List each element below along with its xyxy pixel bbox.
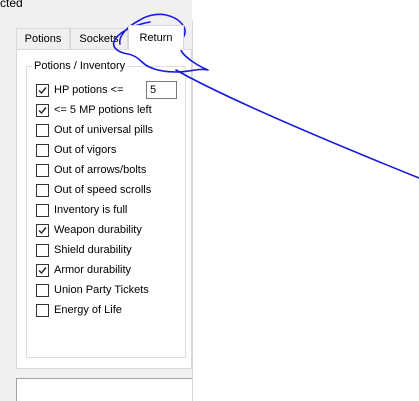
checkmark-icon	[38, 266, 47, 274]
option-label: Out of speed scrolls	[54, 184, 152, 196]
option-label: Inventory is full	[54, 204, 128, 216]
option-label: Energy of Life	[54, 304, 122, 316]
option-checkbox[interactable]	[36, 123, 49, 137]
option-checkbox[interactable]	[36, 303, 49, 317]
hp-threshold-input[interactable]	[146, 81, 177, 99]
option-row[interactable]: Out of speed scrolls	[36, 183, 151, 197]
option-row[interactable]: Out of vigors	[36, 143, 116, 157]
option-checkbox[interactable]	[36, 103, 49, 117]
option-row[interactable]: Shield durability	[36, 243, 132, 257]
option-checkbox[interactable]	[36, 183, 49, 197]
option-checkbox[interactable]	[36, 83, 49, 97]
option-checkbox[interactable]	[36, 283, 49, 297]
option-row[interactable]: <= 5 MP potions left	[36, 103, 152, 117]
window-caption: cted	[0, 0, 23, 10]
option-row[interactable]: Out of arrows/bolts	[36, 163, 146, 177]
tab-sockets[interactable]: Sockets	[70, 28, 128, 49]
checkmark-icon	[38, 86, 47, 94]
option-checkbox[interactable]	[36, 263, 49, 277]
checkmark-icon	[38, 106, 47, 114]
option-label: HP potions <=	[54, 84, 124, 96]
screenshot-canvas: cted Potions Sockets Return Potions / In…	[0, 0, 419, 401]
option-row[interactable]: Energy of Life	[36, 303, 122, 317]
option-checkbox[interactable]	[36, 143, 49, 157]
option-checkbox[interactable]	[36, 203, 49, 217]
window-edge	[192, 20, 193, 401]
group-title: Potions / Inventory	[32, 60, 128, 73]
option-row[interactable]: Out of universal pills	[36, 123, 153, 137]
option-label: Out of universal pills	[54, 124, 154, 136]
tab-return[interactable]: Return	[128, 25, 184, 50]
option-checkbox[interactable]	[36, 163, 49, 177]
option-checkbox[interactable]	[36, 243, 49, 257]
option-row[interactable]: Union Party Tickets	[36, 283, 149, 297]
option-checkbox[interactable]	[36, 223, 49, 237]
tab-potions[interactable]: Potions	[16, 28, 70, 49]
arrow-annotation-stroke	[175, 69, 419, 179]
option-label: Weapon durability	[54, 224, 142, 236]
option-row[interactable]: Armor durability	[36, 263, 131, 277]
option-row[interactable]: HP potions <=	[36, 83, 124, 97]
option-label: Armor durability	[54, 264, 132, 276]
option-label: Out of vigors	[54, 144, 117, 156]
option-label: Shield durability	[54, 244, 132, 256]
option-row[interactable]: Inventory is full	[36, 203, 127, 217]
option-row[interactable]: Weapon durability	[36, 223, 142, 237]
option-label: Union Party Tickets	[54, 284, 149, 296]
option-label: Out of arrows/bolts	[54, 164, 147, 176]
option-label: <= 5 MP potions left	[54, 104, 152, 116]
bottom-control	[16, 378, 192, 401]
checkmark-icon	[38, 226, 47, 234]
